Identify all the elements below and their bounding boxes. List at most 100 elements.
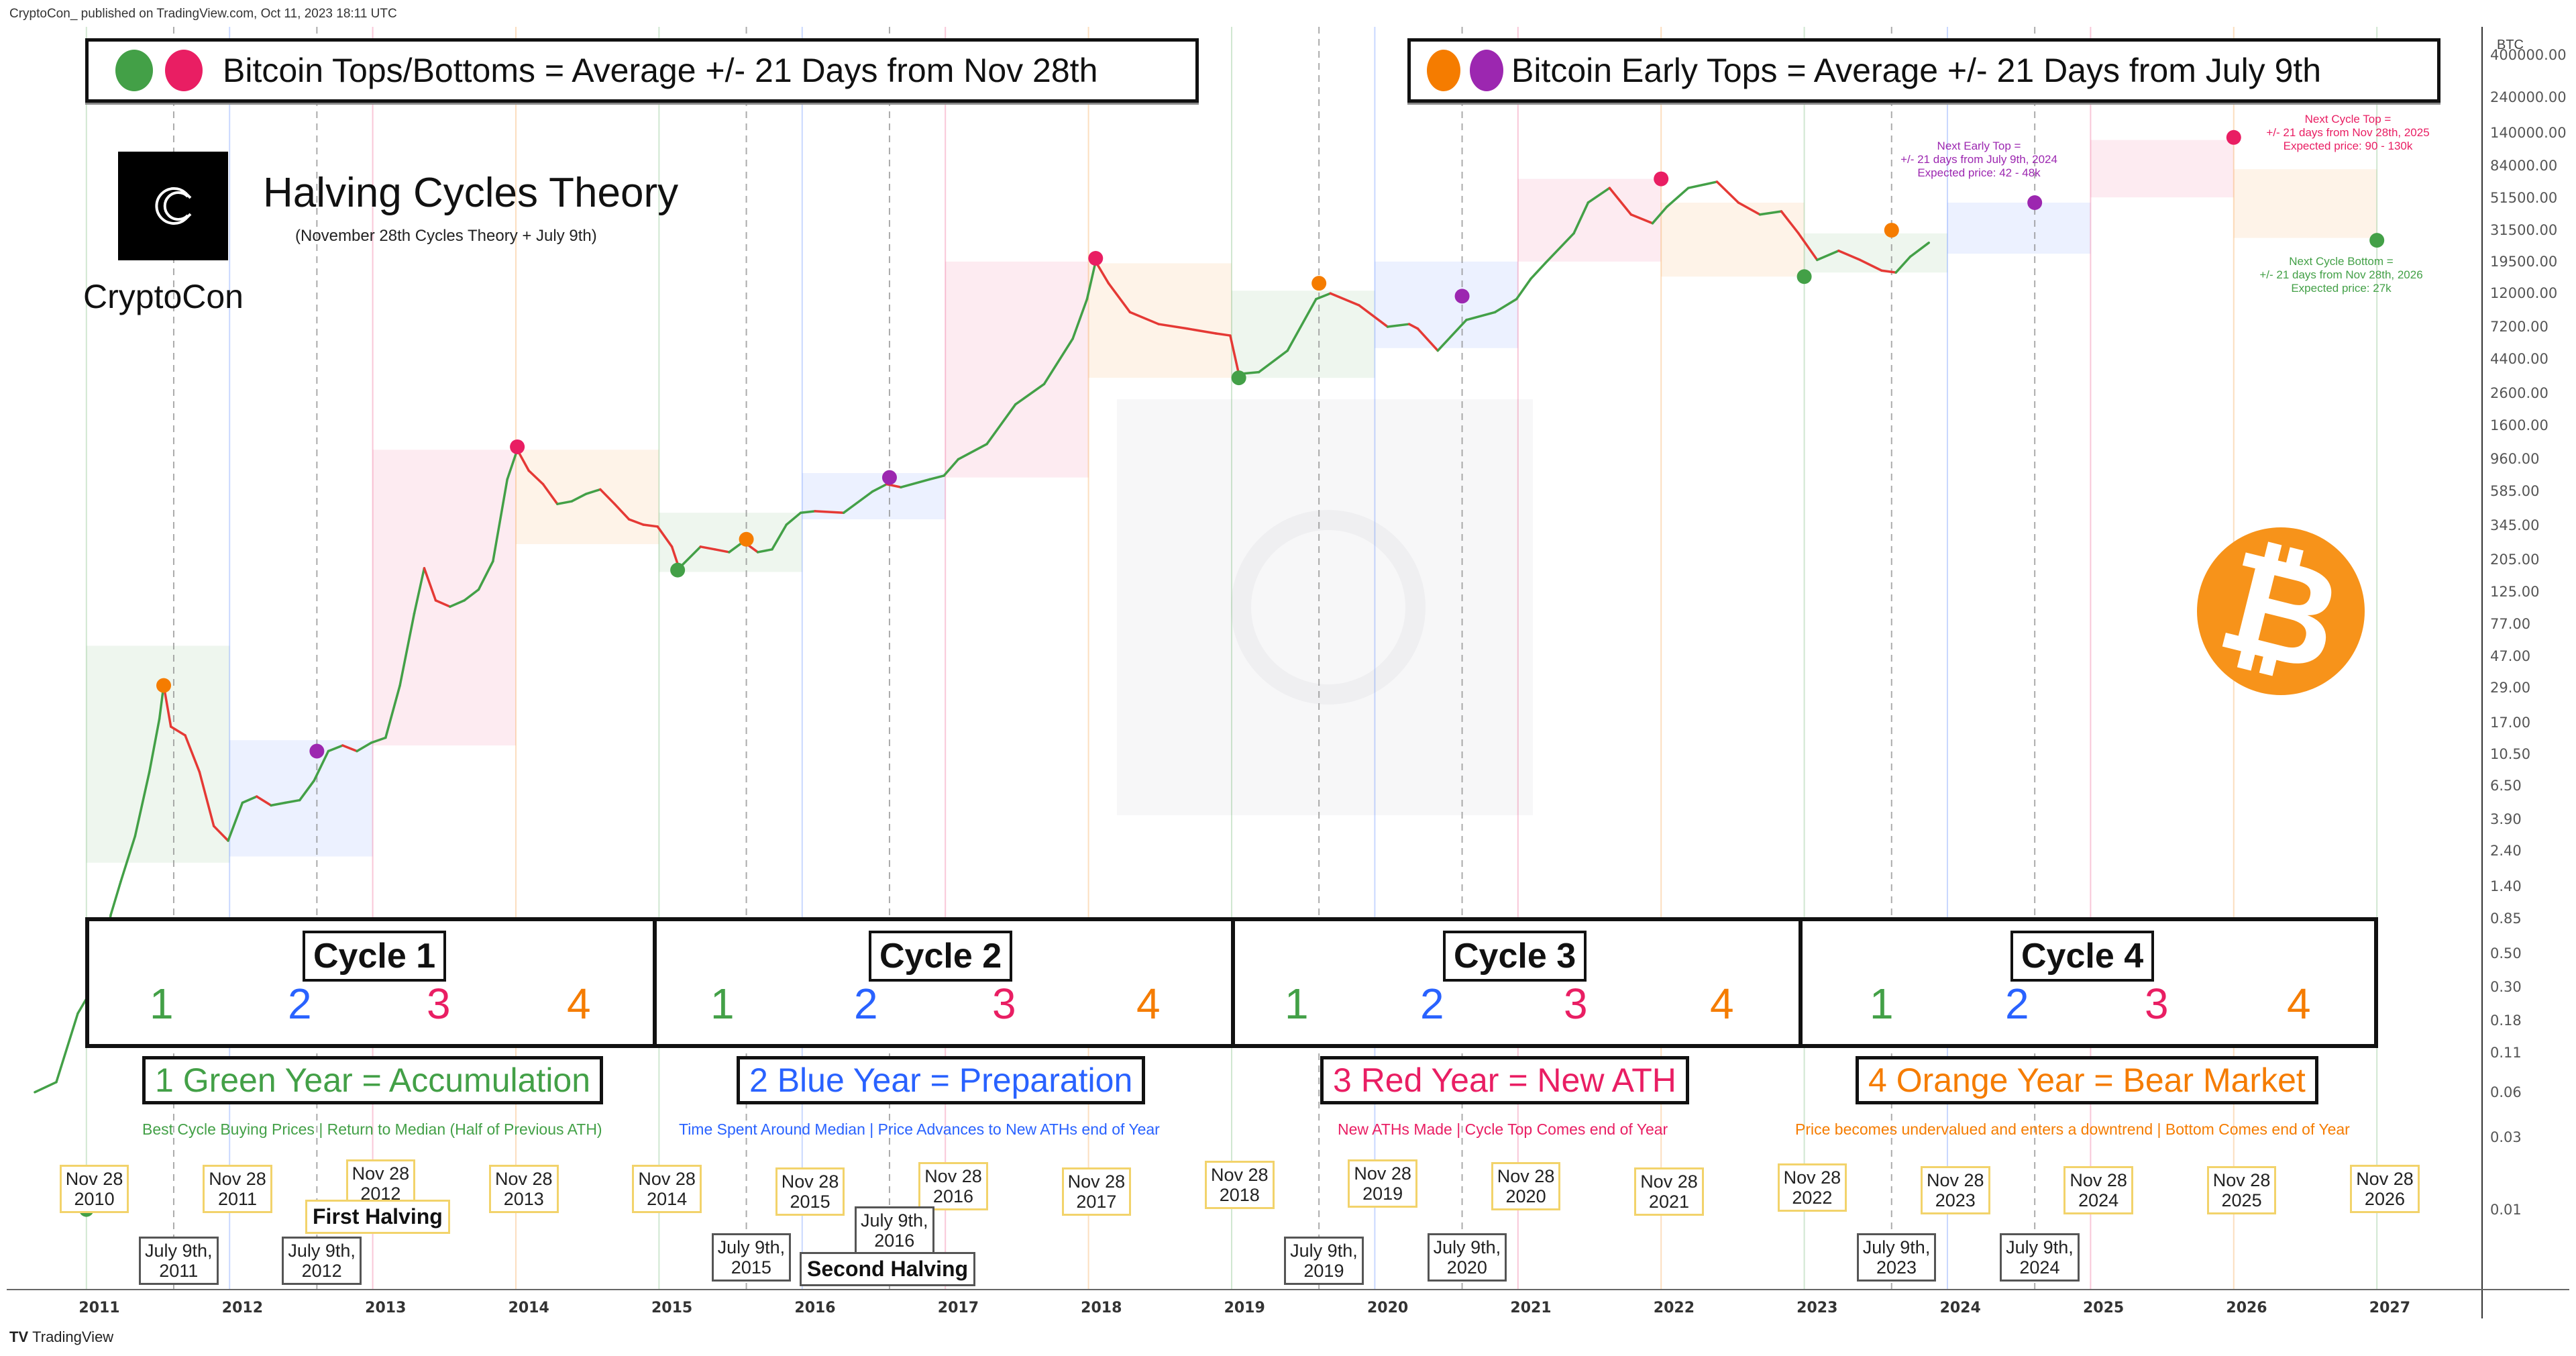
- date-line: 2020: [1505, 1186, 1546, 1206]
- year-tick-label: 2026: [2226, 1300, 2267, 1316]
- date-line: Nov 28: [2356, 1169, 2414, 1189]
- year-tick-label: 2021: [1510, 1300, 1552, 1316]
- price-tick-label: 77.00: [2490, 615, 2531, 632]
- date-line: 2019: [1362, 1184, 1403, 1204]
- july9-date-label: July 9th, 2016: [854, 1206, 934, 1255]
- phase-4: 4: [2287, 980, 2311, 1028]
- note-line: Next Cycle Top =: [2304, 113, 2392, 125]
- phase-3: 3: [1564, 980, 1588, 1028]
- publisher-line: CryptoCon_ published on TradingView.com,…: [9, 7, 397, 21]
- date-line: 2014: [647, 1189, 688, 1209]
- price-tick-label: 125.00: [2490, 584, 2540, 601]
- july9-date-label: July 9th, 2012: [282, 1237, 362, 1285]
- date-line: July 9th,: [1862, 1237, 1931, 1257]
- second-halving-label: Second Halving: [800, 1252, 976, 1286]
- price-segment: [814, 510, 845, 514]
- nov28-date-label: Nov 28 2013: [488, 1165, 559, 1213]
- date-line: July 9th,: [2006, 1237, 2074, 1257]
- nov28-date-label: Nov 28 2022: [1777, 1163, 1847, 1212]
- phase-zone: [1088, 263, 1232, 378]
- phase-3: 3: [427, 980, 451, 1028]
- date-line: Nov 28: [1497, 1166, 1555, 1186]
- date-line: 2015: [731, 1257, 771, 1277]
- nov28-date-label: Nov 28 2010: [59, 1165, 129, 1213]
- nov28-date-label: Nov 28 2011: [203, 1165, 272, 1213]
- year-desc-red: New ATHs Made | Cycle Top Comes end of Y…: [1338, 1120, 1668, 1138]
- marker-cycle-bottom: [1231, 370, 1246, 386]
- price-segment: [1715, 180, 1740, 204]
- next-cycle-top-note: Next Cycle Top = +/- 21 days from Nov 28…: [2241, 113, 2455, 153]
- marker-early-top: [156, 678, 172, 693]
- cycle-label: Cycle 4: [2010, 931, 2155, 982]
- date-line: Nov 28: [781, 1171, 839, 1192]
- cycle-1-frame: Cycle 1 1 2 3 4: [85, 917, 661, 1048]
- date-line: July 9th,: [288, 1241, 356, 1261]
- year-type-blue: 2 Blue Year = Preparation: [737, 1056, 1146, 1104]
- price-tick-label: 84000.00: [2490, 158, 2558, 174]
- year-type-orange: 4 Orange Year = Bear Market: [1856, 1056, 2318, 1104]
- price-tick-label: 345.00: [2490, 517, 2540, 534]
- date-line: 2015: [790, 1192, 830, 1212]
- year-desc-blue: Time Spent Around Median | Price Advance…: [679, 1120, 1160, 1138]
- price-tick-label: 585.00: [2490, 482, 2540, 499]
- date-line: 2010: [74, 1189, 115, 1209]
- nov28-date-label: Nov 28 2019: [1348, 1159, 1417, 1208]
- date-line: Nov 28: [1067, 1171, 1126, 1192]
- year-tick-label: 2012: [221, 1300, 264, 1316]
- price-tick-label: 51500.00: [2490, 190, 2558, 207]
- date-line: Nov 28: [1783, 1167, 1841, 1188]
- year-tick-label: 2016: [794, 1300, 836, 1316]
- july9-date-label: July 9th, 2019: [1284, 1237, 1364, 1285]
- legend-tops-bottoms-text: Bitcoin Tops/Bottoms = Average +/- 21 Da…: [223, 52, 1098, 89]
- year-tick-label: 2027: [2369, 1300, 2411, 1316]
- phase-1: 1: [1285, 980, 1309, 1028]
- year-type-green: 1 Green Year = Accumulation: [142, 1056, 604, 1104]
- price-segment: [1529, 262, 1547, 280]
- date-line: Nov 28: [1354, 1163, 1411, 1184]
- price-segment: [1515, 277, 1532, 301]
- phase-4: 4: [1710, 980, 1734, 1028]
- next-early-top-note: Next Early Top = +/- 21 days from July 9…: [1878, 140, 2080, 180]
- phase-zone: [515, 450, 659, 544]
- year-tick-label: 2022: [1653, 1300, 1695, 1316]
- price-tick-label: 0.03: [2490, 1129, 2522, 1146]
- price-tick-label: 0.01: [2490, 1201, 2522, 1218]
- phase-zone: [659, 513, 802, 572]
- date-line: Nov 28: [1640, 1171, 1698, 1192]
- price-tick-label: 0.50: [2490, 945, 2522, 961]
- red-dot-icon: [165, 50, 203, 91]
- legend-early-tops: Bitcoin Early Tops = Average +/- 21 Days…: [1407, 38, 2440, 103]
- year-tick-label: 2015: [651, 1300, 693, 1316]
- price-segment: [34, 1081, 58, 1094]
- marker-cycle-top: [1088, 250, 1104, 266]
- july9-date-label: July 9th, 2024: [2000, 1233, 2080, 1282]
- price-tick-label: 19500.00: [2490, 253, 2558, 270]
- phase-2: 2: [854, 980, 878, 1028]
- tradingview-brand: TV TradingView: [9, 1328, 113, 1346]
- price-tick-label: 17.00: [2490, 715, 2531, 731]
- date-line: Nov 28: [638, 1169, 696, 1189]
- phase-zone: [86, 645, 230, 863]
- note-line: Next Early Top =: [1937, 140, 2021, 152]
- watermark-cryptocon-icon: [1117, 399, 1533, 815]
- price-segment: [55, 1012, 79, 1084]
- year-desc-orange: Price becomes undervalued and enters a d…: [1795, 1120, 2350, 1138]
- price-tick-label: 2.40: [2490, 843, 2522, 859]
- note-line: +/- 21 days from Nov 28th, 2025: [2266, 126, 2430, 139]
- nov28-date-label: Nov 28 2014: [632, 1165, 702, 1213]
- price-tick-label: 31500.00: [2490, 222, 2558, 239]
- nov28-date-label: Nov 28 2016: [918, 1162, 988, 1210]
- price-segment: [799, 510, 816, 514]
- marker-cycle-bottom: [670, 562, 686, 578]
- date-line: July 9th,: [144, 1241, 213, 1261]
- bitcoin-logo-icon: ₿: [2197, 517, 2365, 705]
- price-tick-label: 2600.00: [2490, 385, 2548, 402]
- note-line: +/- 21 days from July 9th, 2024: [1900, 153, 2057, 166]
- year-tick-label: 2019: [1224, 1300, 1265, 1316]
- note-line: Expected price: 27k: [2291, 282, 2392, 295]
- date-line: July 9th,: [1290, 1241, 1358, 1261]
- year-tick-label: 2014: [508, 1300, 549, 1316]
- date-line: 2021: [1648, 1192, 1689, 1212]
- date-line: Nov 28: [1926, 1170, 1984, 1190]
- cycle-2-frame: Cycle 2 1 2 3 4: [653, 917, 1239, 1048]
